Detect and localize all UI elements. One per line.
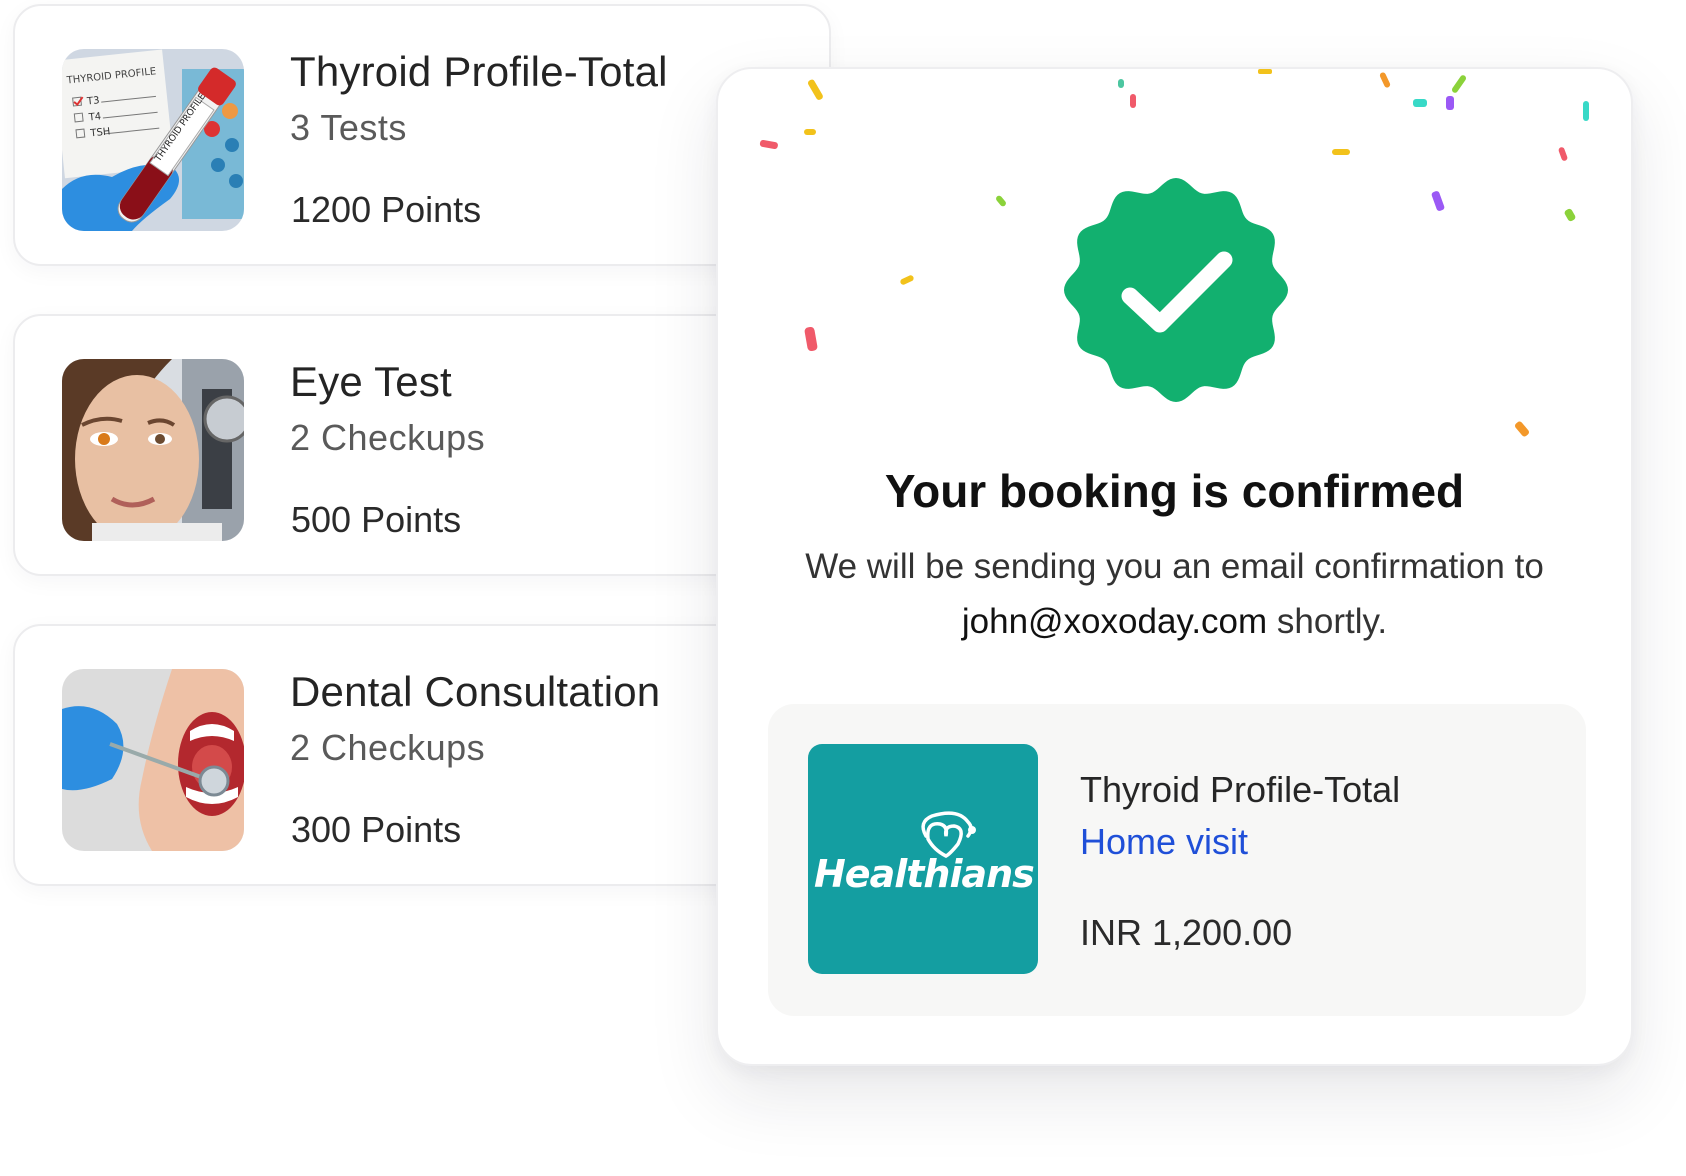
booking-price: INR 1,200.00 bbox=[1080, 912, 1293, 953]
test-points: 500 Points bbox=[291, 499, 462, 540]
verified-check-badge-icon bbox=[1064, 178, 1288, 402]
booking-confirmation-panel: Your booking is confirmed We will be sen… bbox=[716, 67, 1633, 1066]
form-item-t4: T4 bbox=[87, 111, 102, 123]
message-suffix: shortly. bbox=[1276, 602, 1388, 641]
form-item-tsh: TSH bbox=[89, 126, 111, 139]
test-title: Thyroid Profile-Total bbox=[290, 48, 668, 95]
test-subtitle: 2 Checkups bbox=[290, 727, 486, 768]
test-card-eye[interactable]: Eye Test 2 Checkups 500 Points bbox=[13, 314, 831, 576]
confirmation-email: john@xoxoday.com bbox=[961, 602, 1268, 641]
test-points: 1200 Points bbox=[291, 189, 482, 230]
booking-summary-card: Healthians Thyroid Profile-Total Home vi… bbox=[768, 704, 1586, 1016]
message-prefix: We will be sending you an email confirma… bbox=[805, 547, 1544, 586]
confirmation-title: Your booking is confirmed bbox=[884, 465, 1465, 517]
booking-test-name: Thyroid Profile-Total bbox=[1080, 769, 1401, 810]
test-title: Dental Consultation bbox=[290, 668, 661, 715]
eye-test-image bbox=[62, 359, 244, 541]
confirmation-message: We will be sending you an email confirma… bbox=[758, 539, 1591, 649]
booking-visit-type[interactable]: Home visit bbox=[1080, 821, 1248, 863]
provider-logo: Healthians bbox=[808, 744, 1038, 974]
dental-test-image bbox=[62, 669, 244, 851]
test-points: 300 Points bbox=[291, 809, 462, 850]
test-subtitle: 3 Tests bbox=[290, 107, 407, 148]
thyroid-test-image: THYROID PROFILE T3 T4 TSH THYROID PROFIL… bbox=[62, 49, 244, 231]
test-subtitle: 2 Checkups bbox=[290, 417, 486, 458]
test-card-dental[interactable]: Dental Consultation 2 Checkups 300 Point… bbox=[13, 624, 831, 886]
form-item-t3: T3 bbox=[86, 95, 101, 107]
test-card-thyroid[interactable]: THYROID PROFILE T3 T4 TSH THYROID PROFIL… bbox=[13, 4, 831, 266]
provider-name: Healthians bbox=[814, 852, 1035, 896]
test-title: Eye Test bbox=[290, 358, 452, 405]
